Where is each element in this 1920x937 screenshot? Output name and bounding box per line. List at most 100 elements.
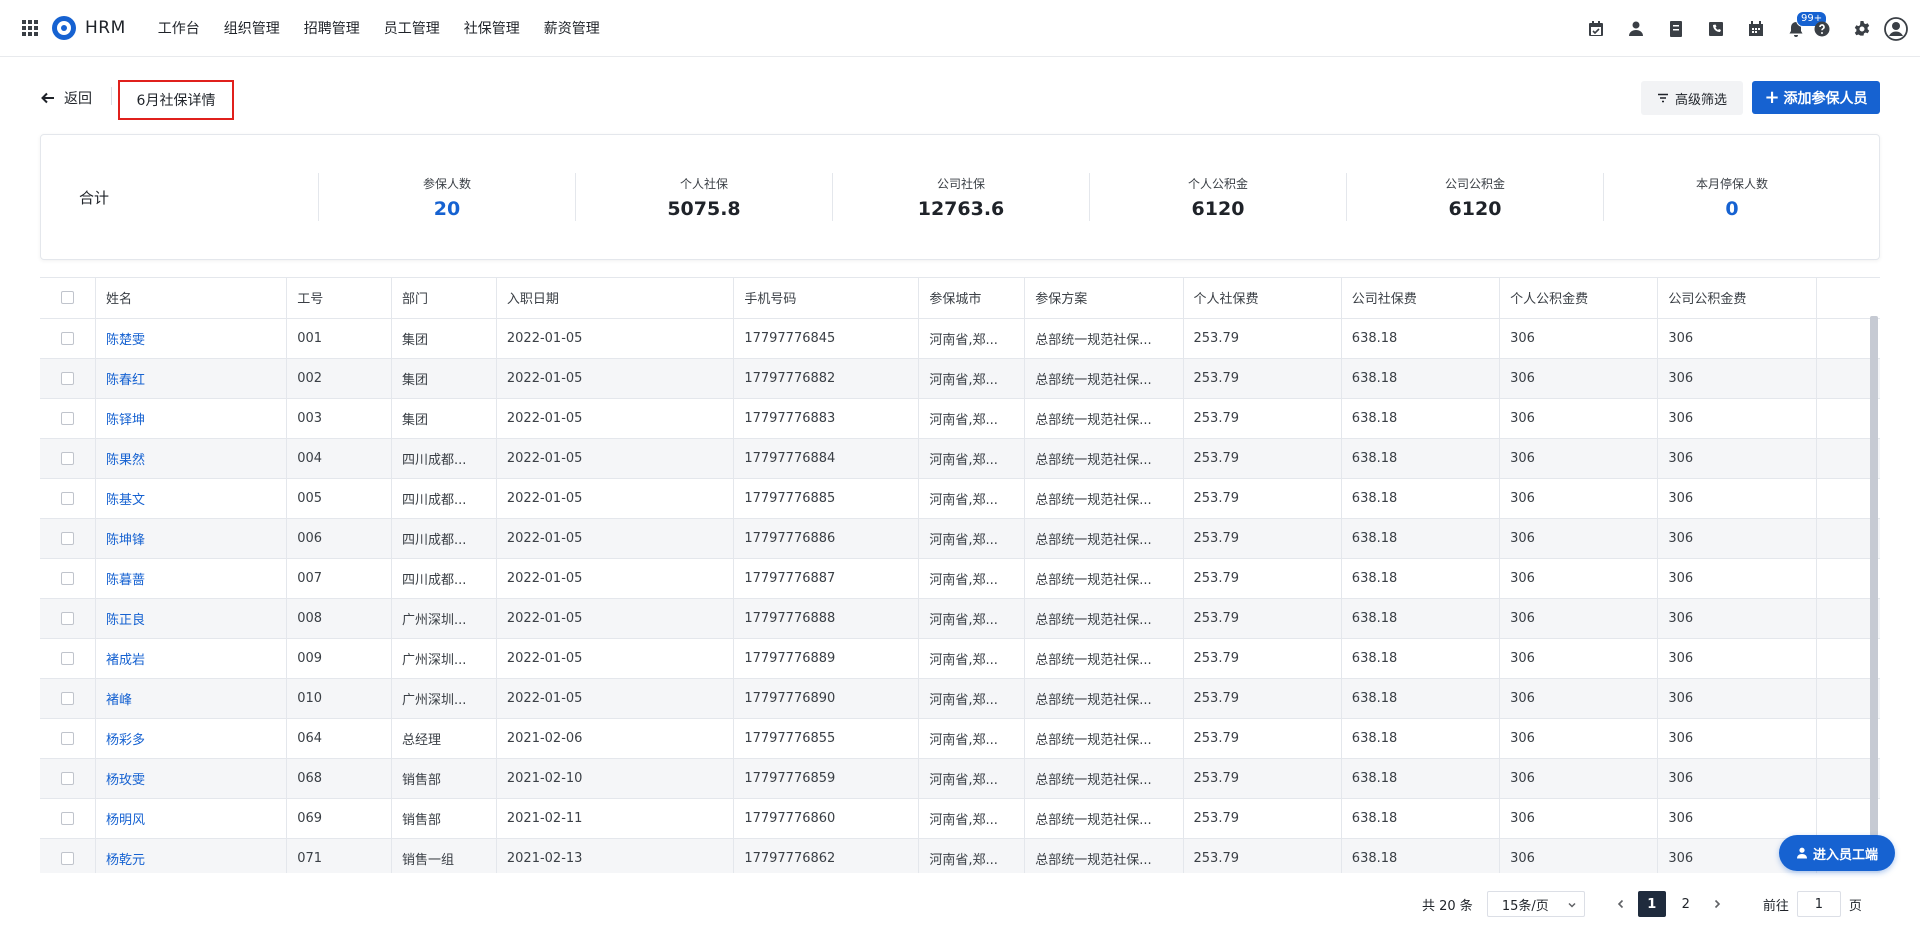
stat-label: 参保人数 (422, 176, 471, 191)
employee-name-link[interactable]: 陈暮蔷 (95, 558, 288, 599)
gear-icon[interactable] (1850, 17, 1874, 41)
document-icon[interactable] (1664, 17, 1688, 41)
employee-name-link[interactable]: 陈春红 (95, 358, 288, 399)
table-scrollbar[interactable] (1870, 316, 1878, 836)
row-checkbox[interactable] (61, 531, 74, 545)
row-checkbox[interactable] (61, 731, 74, 745)
row-select-cell (40, 758, 96, 799)
row-checkbox[interactable] (61, 411, 74, 425)
table-cell: 306 (1657, 318, 1817, 359)
table-cell: 17797776845 (733, 318, 920, 359)
stat-label: 个人公积金 (1187, 176, 1248, 191)
bell-icon[interactable]: 99+ (1784, 11, 1828, 41)
page-button-2[interactable]: 2 (1672, 891, 1700, 917)
row-checkbox[interactable] (61, 571, 74, 585)
table-cell: 总部统一规范社保... (1024, 558, 1184, 599)
table-row[interactable]: 陈楚雯 001 集团 2022-01-05 17797776845 河南省,郑... 总部统… (40, 318, 1880, 359)
column-header: 个人社保费 (1183, 278, 1342, 319)
back-button[interactable]: 返回 (40, 88, 92, 108)
column-header: 部门 (391, 278, 497, 319)
table-cell: 2021-02-13 (496, 838, 735, 873)
column-header: 手机号码 (733, 278, 920, 319)
phone-icon[interactable] (1704, 17, 1728, 41)
page-size-select[interactable]: 15条/页 (1486, 891, 1585, 917)
nav-item-payroll[interactable]: 薪资管理 (544, 18, 600, 38)
add-insured-button[interactable]: + 添加参保人员 (1752, 81, 1880, 114)
pagination: 共 20 条 15条/页 1 2 前往 页 (1422, 891, 1862, 917)
next-page-button[interactable] (1703, 891, 1731, 917)
help-icon[interactable] (1810, 17, 1834, 41)
employee-name-link[interactable]: 杨乾元 (95, 838, 288, 873)
enter-employee-portal-button[interactable]: 进入员工端 (1779, 835, 1895, 871)
table-cell: 集团 (391, 318, 497, 359)
stat-personal-social-security: 个人社保 5075.8 (575, 173, 832, 221)
employee-name-link[interactable]: 陈铎坤 (95, 398, 288, 439)
row-checkbox[interactable] (61, 331, 74, 345)
employee-name-link[interactable]: 陈正良 (95, 598, 288, 639)
table-row[interactable]: 陈暮蔷 007 四川成都... 2022-01-05 17797776887 河南省,郑.… (40, 558, 1880, 599)
table-row[interactable]: 杨明风 069 销售部 2021-02-11 17797776860 河南省,郑... 总部… (40, 798, 1880, 839)
row-select-cell (40, 478, 96, 519)
table-cell: 四川成都... (391, 558, 497, 599)
row-checkbox[interactable] (61, 611, 74, 625)
top-toolbar: 99+ (1568, 11, 1908, 41)
stat-insured-count: 参保人数 20 (318, 173, 575, 221)
employee-name-link[interactable]: 褚成岩 (95, 638, 288, 679)
select-all-checkbox[interactable] (61, 291, 74, 305)
app-grid-icon[interactable] (22, 20, 38, 36)
nav-item-recruitment[interactable]: 招聘管理 (304, 18, 360, 38)
advanced-filter-button[interactable]: 高级筛选 (1641, 81, 1743, 115)
employee-name-link[interactable]: 陈果然 (95, 438, 288, 479)
row-checkbox[interactable] (61, 451, 74, 465)
employee-name-link[interactable]: 陈坤锋 (95, 518, 288, 559)
table-row[interactable]: 杨玫雯 068 销售部 2021-02-10 17797776859 河南省,郑... 总部… (40, 758, 1880, 799)
chevron-right-icon (1714, 899, 1720, 909)
row-checkbox[interactable] (61, 371, 74, 385)
row-checkbox[interactable] (61, 851, 74, 865)
nav-item-organization[interactable]: 组织管理 (224, 18, 280, 38)
row-checkbox[interactable] (61, 771, 74, 785)
employee-name-link[interactable]: 杨明风 (95, 798, 288, 839)
table-cell: 306 (1499, 518, 1659, 559)
goto-page-input[interactable] (1796, 891, 1841, 917)
row-checkbox[interactable] (61, 491, 74, 505)
brand-logo-icon (52, 16, 76, 40)
table-row[interactable]: 陈基文 005 四川成都... 2022-01-05 17797776885 河南省,郑.… (40, 478, 1880, 519)
avatar-icon[interactable] (1884, 17, 1908, 41)
stat-value: 0 (1725, 197, 1739, 220)
table-row[interactable]: 褚成岩 009 广州深圳... 2022-01-05 17797776889 河南省,郑.… (40, 638, 1880, 679)
table-row[interactable]: 陈果然 004 四川成都... 2022-01-05 17797776884 河南省,郑.… (40, 438, 1880, 479)
table-row[interactable]: 杨彩多 064 总经理 2021-02-06 17797776855 河南省,郑... 总部… (40, 718, 1880, 759)
stat-value: 5075.8 (667, 197, 741, 220)
table-row[interactable]: 陈春红 002 集团 2022-01-05 17797776882 河南省,郑... 总部统… (40, 358, 1880, 399)
table-cell: 广州深圳... (391, 678, 497, 719)
employee-name-link[interactable]: 褚峰 (95, 678, 288, 719)
table-cell: 006 (286, 518, 393, 559)
table-row[interactable]: 杨乾元 071 销售一组 2021-02-13 17797776862 河南省,郑... 总… (40, 838, 1880, 873)
employee-name-link[interactable]: 陈基文 (95, 478, 288, 519)
table-row[interactable]: 陈坤锋 006 四川成都... 2022-01-05 17797776886 河南省,郑.… (40, 518, 1880, 559)
table-cell: 17797776890 (733, 678, 920, 719)
prev-page-button[interactable] (1607, 891, 1635, 917)
page-button-1[interactable]: 1 (1637, 891, 1666, 917)
table-cell: 河南省,郑... (918, 798, 1026, 839)
table-cell: 306 (1657, 718, 1817, 759)
nav-item-social-security[interactable]: 社保管理 (464, 18, 520, 38)
row-checkbox[interactable] (61, 811, 74, 825)
stat-label: 公司公积金 (1444, 176, 1505, 191)
advanced-filter-label: 高级筛选 (1674, 92, 1727, 108)
nav-item-workbench[interactable]: 工作台 (158, 18, 200, 38)
calendar-check-icon[interactable] (1584, 17, 1608, 41)
nav-item-employees[interactable]: 员工管理 (384, 18, 440, 38)
employee-name-link[interactable]: 杨彩多 (95, 718, 288, 759)
employee-name-link[interactable]: 陈楚雯 (95, 318, 288, 359)
schedule-icon[interactable] (1744, 17, 1768, 41)
table-row[interactable]: 陈正良 008 广州深圳... 2022-01-05 17797776888 河南省,郑.… (40, 598, 1880, 639)
table-cell: 306 (1499, 358, 1659, 399)
user-icon[interactable] (1624, 17, 1648, 41)
row-checkbox[interactable] (61, 691, 74, 705)
row-checkbox[interactable] (61, 651, 74, 665)
table-row[interactable]: 褚峰 010 广州深圳... 2022-01-05 17797776890 河南省,郑..… (40, 678, 1880, 719)
table-row[interactable]: 陈铎坤 003 集团 2022-01-05 17797776883 河南省,郑... 总部统… (40, 398, 1880, 439)
employee-name-link[interactable]: 杨玫雯 (95, 758, 288, 799)
